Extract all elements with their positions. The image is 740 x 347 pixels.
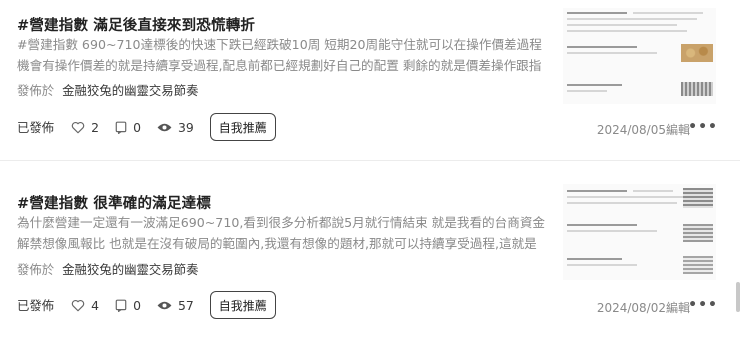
like-count-value: 4 (91, 297, 100, 313)
post-meta-bar: 已發佈 4 0 57 自我推薦 (17, 291, 276, 319)
like-count[interactable]: 2 (71, 120, 99, 135)
post-thumbnail[interactable] (563, 8, 716, 104)
post-excerpt[interactable]: 為什麼營建一定還有一波滿足690~710,看到很多分析都說5月就行情結束 就是我… (17, 213, 547, 254)
published-in: 發佈於 金融狡兔的幽靈交易節奏 (17, 81, 198, 99)
like-count[interactable]: 4 (71, 298, 99, 313)
view-count: 39 (157, 120, 194, 135)
column-name-link[interactable]: 金融狡兔的幽靈交易節奏 (62, 83, 198, 98)
more-dots-icon[interactable]: ••• (688, 119, 718, 135)
published-in-label: 發佈於 (17, 83, 55, 98)
post-excerpt[interactable]: #營建指數 690~710達標後的快速下跌已經跌破10周 短期20周能守住就可以… (17, 35, 547, 76)
self-recommend-button[interactable]: 自我推薦 (209, 113, 276, 141)
post-card: #營建指數 滿足後直接來到恐慌轉折 #營建指數 690~710達標後的快速下跌已… (0, 0, 740, 160)
more-dots-icon[interactable]: ••• (688, 297, 718, 313)
published-in: 發佈於 金融狡兔的幽靈交易節奏 (17, 260, 198, 278)
thumbnail-image (683, 256, 713, 274)
scrollbar[interactable] (736, 282, 740, 312)
comment-count[interactable]: 0 (115, 120, 141, 135)
eye-icon (157, 123, 172, 131)
post-thumbnail[interactable] (563, 184, 716, 280)
thumbnail-barcode (681, 82, 713, 96)
post-meta-bar: 已發佈 2 0 39 自我推薦 (17, 113, 276, 141)
heart-icon (71, 121, 85, 133)
view-count-value: 39 (177, 119, 194, 135)
view-count-value: 57 (177, 297, 194, 313)
edit-date: 2024/08/02編輯 (596, 301, 690, 315)
view-count: 57 (157, 298, 194, 313)
like-count-value: 2 (91, 119, 100, 135)
comment-icon (115, 121, 127, 134)
eye-icon (157, 301, 172, 309)
comment-icon (115, 299, 127, 312)
comment-count-value: 0 (133, 297, 141, 313)
comment-count-value: 0 (133, 119, 141, 135)
self-recommend-button[interactable]: 自我推薦 (209, 291, 276, 319)
comment-count[interactable]: 0 (115, 298, 141, 313)
status-label: 已發佈 (17, 120, 55, 135)
heart-icon (71, 299, 85, 311)
published-in-label: 發佈於 (17, 262, 55, 277)
post-title[interactable]: #營建指數 很準確的滿足達標 (17, 192, 211, 213)
thumbnail-image (683, 224, 713, 242)
post-card: #營建指數 很準確的滿足達標 為什麼營建一定還有一波滿足690~710,看到很多… (0, 160, 740, 347)
status-label: 已發佈 (17, 298, 55, 313)
column-name-link[interactable]: 金融狡兔的幽靈交易節奏 (62, 262, 198, 277)
thumbnail-image (681, 44, 713, 62)
edit-date: 2024/08/05編輯 (596, 123, 690, 137)
thumbnail-image (683, 188, 713, 208)
post-title[interactable]: #營建指數 滿足後直接來到恐慌轉折 (17, 14, 255, 35)
